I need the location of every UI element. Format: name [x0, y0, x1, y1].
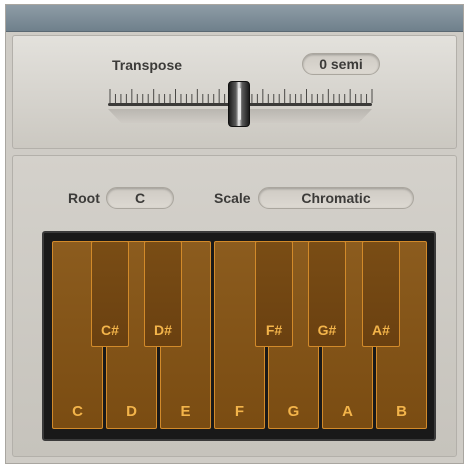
root-label: Root [68, 190, 100, 206]
key-a-sharp[interactable]: A# [362, 241, 400, 347]
key-b-label: B [396, 403, 407, 420]
key-a-sharp-label: A# [372, 322, 390, 338]
key-c-label: C [72, 403, 83, 420]
plugin-window: Transpose 0 semi Root C Scale Chromatic … [5, 4, 464, 464]
key-f-label: F [234, 403, 245, 420]
key-d-label: D [126, 403, 137, 420]
key-d-sharp[interactable]: D# [144, 241, 182, 347]
key-f-sharp-label: F# [265, 322, 283, 338]
key-d-sharp-label: D# [154, 322, 172, 338]
key-c-sharp-label: C# [101, 322, 119, 338]
root-select[interactable]: C [106, 187, 174, 209]
transpose-slider[interactable] [106, 81, 376, 131]
scale-label: Scale [214, 190, 251, 206]
transpose-label: Transpose [112, 57, 183, 73]
key-e-label: E [180, 403, 191, 420]
slider-thumb[interactable] [228, 81, 250, 127]
key-f-sharp[interactable]: F# [255, 241, 293, 347]
piano-keyboard: C D E F G A B C# D# F# G# A# [42, 231, 436, 441]
transpose-value-field[interactable]: 0 semi [302, 53, 380, 75]
scale-select[interactable]: Chromatic [258, 187, 414, 209]
key-g-sharp-label: G# [317, 322, 337, 338]
key-c-sharp[interactable]: C# [91, 241, 129, 347]
title-bar [6, 5, 463, 32]
key-g-sharp[interactable]: G# [308, 241, 346, 347]
key-a-label: A [342, 403, 353, 420]
key-g-label: G [287, 403, 300, 420]
